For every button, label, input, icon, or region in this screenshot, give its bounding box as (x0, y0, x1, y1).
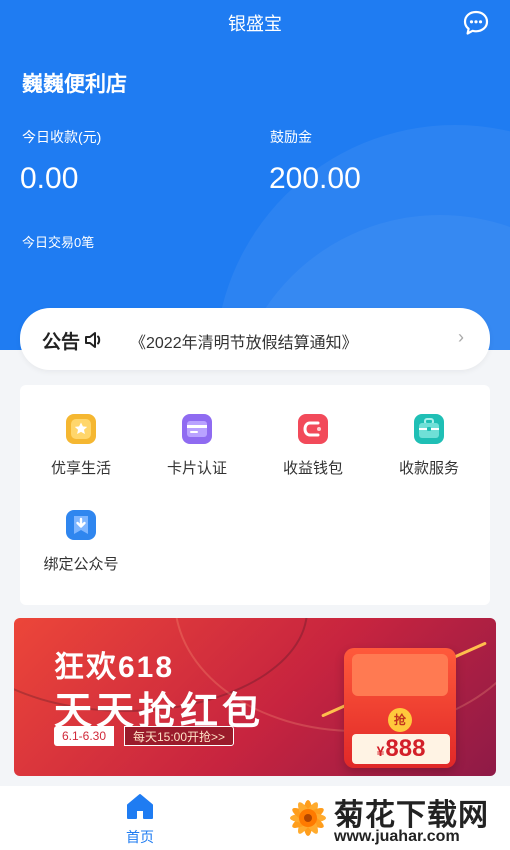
menu-item-youxiang-life[interactable]: 优享生活 (26, 413, 136, 478)
menu-item-card-auth[interactable]: 卡片认证 (142, 413, 252, 478)
menu-item-payment-service[interactable]: 收款服务 (374, 413, 484, 478)
notice-text[interactable]: 《2022年清明节放假结算通知》 (130, 329, 358, 353)
menu-label: 收款服务 (398, 460, 459, 477)
banner-date-range: 6.1-6.30 (54, 726, 115, 746)
banner-start-time[interactable]: 每天15:00开抢>> (124, 726, 235, 746)
menu-item-bind-official-account[interactable]: 绑定公众号 (26, 509, 136, 574)
tab-home[interactable]: 首页 (110, 792, 170, 847)
card-icon (181, 413, 213, 445)
notice-bar[interactable]: 公告 《2022年清明节放假结算通知》 › (20, 308, 490, 370)
star-badge-icon (65, 413, 97, 445)
store-name: 巍巍便利店 (22, 73, 127, 96)
header: 银盛宝 巍巍便利店 今日收款(元) 0.00 鼓励金 200.00 今日交易0笔 (0, 0, 510, 350)
service-menu: 优享生活 卡片认证 收益钱包 收款服务 绑定公众号 (20, 385, 490, 605)
menu-label: 优享生活 (50, 460, 111, 477)
watermark: 菊花下载网 www.juahar.com (278, 790, 510, 850)
today-collection-value[interactable]: 0.00 (20, 162, 78, 196)
wallet-icon (297, 413, 329, 445)
home-icon (127, 794, 153, 819)
menu-label: 卡片认证 (166, 460, 227, 477)
bonus-label: 鼓励金 (270, 129, 312, 145)
today-collection-label: 今日收款(元) (22, 129, 102, 145)
currency-symbol: ¥ (376, 743, 385, 759)
menu-item-earnings-wallet[interactable]: 收益钱包 (258, 413, 368, 478)
menu-label: 绑定公众号 (43, 556, 119, 573)
speaker-icon (84, 330, 104, 350)
today-transactions: 今日交易0笔 (22, 235, 95, 250)
amount-value: 888 (385, 735, 426, 762)
grab-coin: 抢 (388, 708, 412, 732)
app-title: 银盛宝 (228, 14, 282, 34)
notice-tag: 公告 (42, 332, 81, 353)
download-bookmark-icon (65, 509, 97, 541)
promo-banner[interactable]: 狂欢618 天天抢红包 6.1-6.30 每天15:00开抢>> 抢 ¥888 (14, 618, 496, 776)
watermark-url: www.juahar.com (334, 828, 460, 845)
bonus-value[interactable]: 200.00 (269, 162, 361, 196)
chevron-right-icon[interactable]: › (458, 327, 464, 348)
envelope-amount: ¥888 (352, 734, 450, 764)
envelope-flap (352, 654, 448, 696)
briefcase-icon (413, 413, 445, 445)
red-envelope[interactable]: 抢 ¥888 (344, 648, 456, 768)
tab-home-label: 首页 (126, 829, 154, 845)
chrysanthemum-logo-icon (290, 800, 326, 836)
chat-bubble-icon[interactable] (462, 9, 490, 37)
menu-label: 收益钱包 (282, 460, 343, 477)
